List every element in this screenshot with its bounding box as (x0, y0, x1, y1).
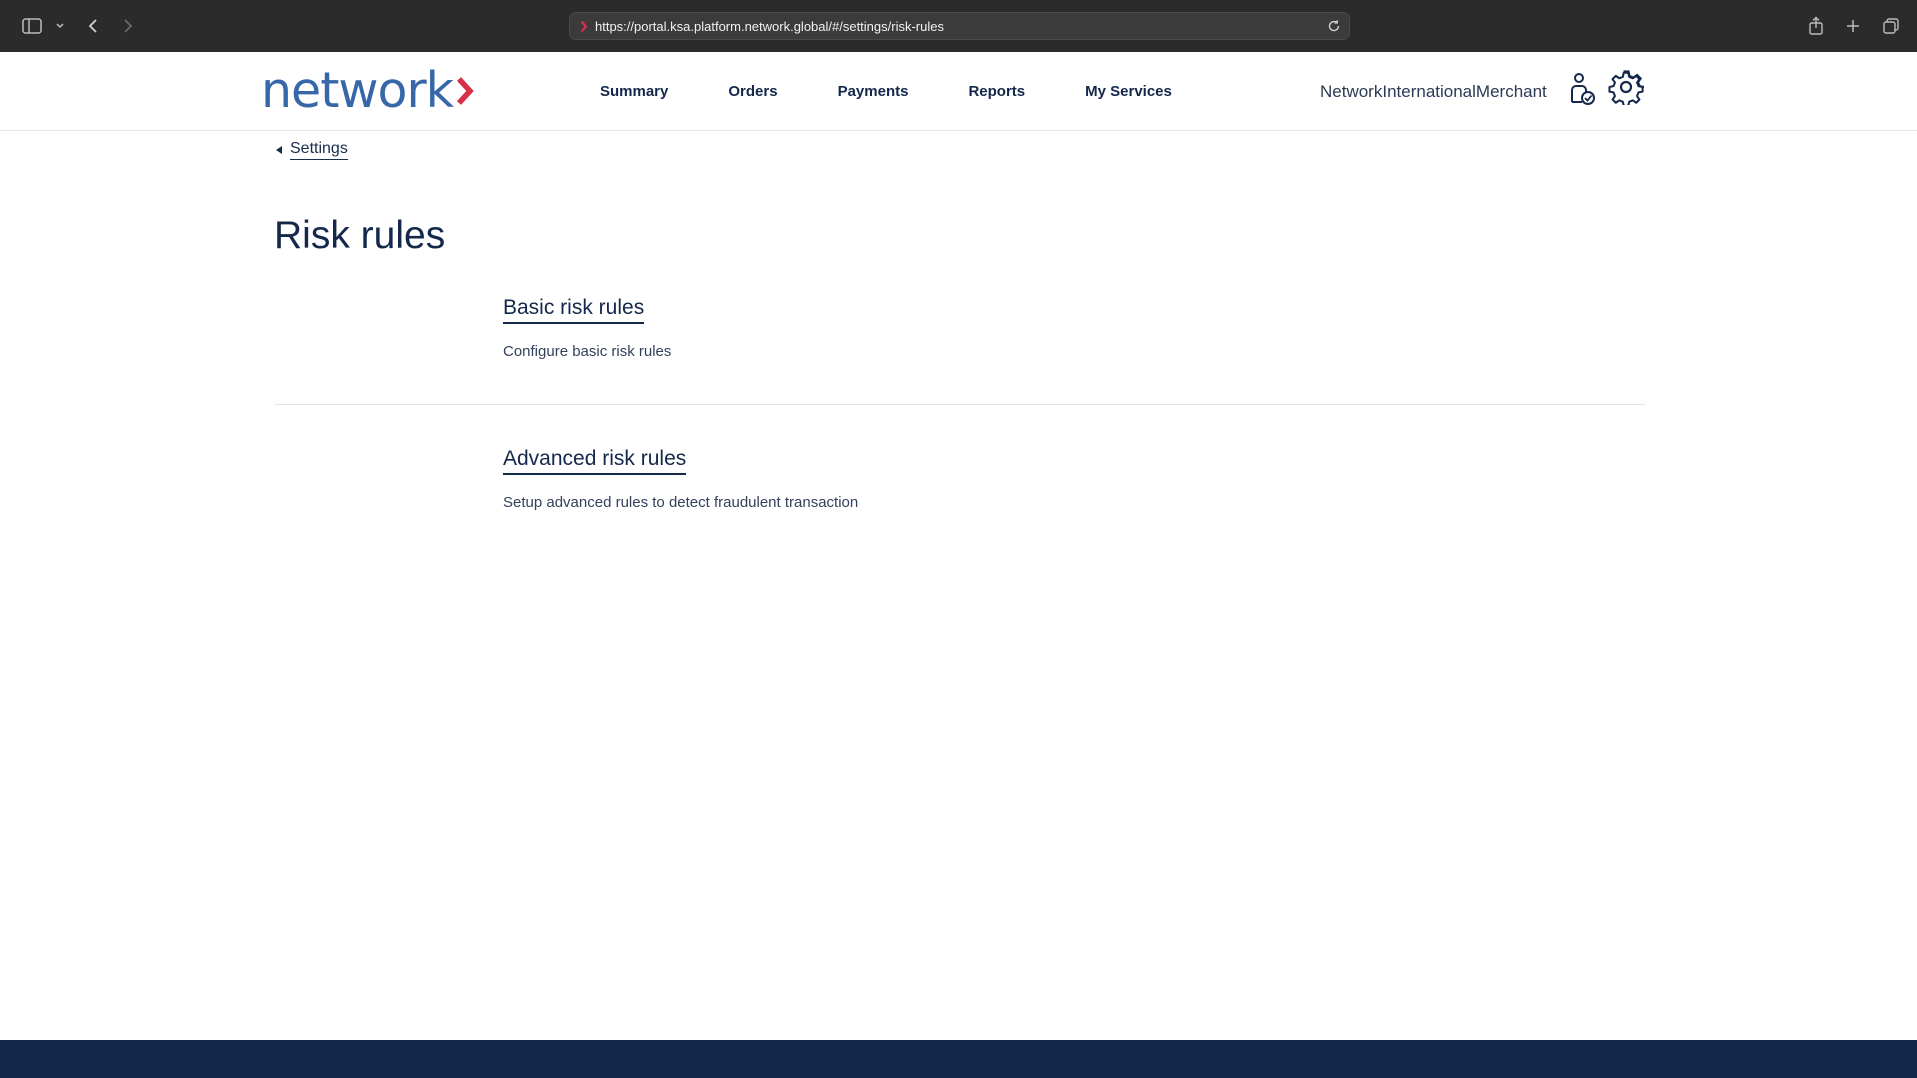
nav-orders[interactable]: Orders (728, 83, 777, 100)
browser-toolbar: https://portal.ksa.platform.network.glob… (0, 0, 1917, 52)
basic-risk-rules-section: Basic risk rules Configure basic risk ru… (503, 296, 671, 360)
share-icon[interactable] (1806, 13, 1826, 39)
nav-summary[interactable]: Summary (600, 83, 668, 100)
address-bar[interactable]: https://portal.ksa.platform.network.glob… (569, 12, 1350, 40)
merchant-switch-icon[interactable] (1568, 72, 1598, 113)
forward-arrow-icon[interactable] (119, 13, 137, 39)
back-arrow-icon[interactable] (84, 13, 102, 39)
chevron-down-icon[interactable] (53, 13, 67, 39)
page-title: Risk rules (274, 214, 446, 257)
section-divider (275, 404, 1645, 405)
plus-icon[interactable] (1843, 13, 1863, 39)
advanced-risk-rules-description: Setup advanced rules to detect fraudulen… (503, 494, 859, 511)
tabs-icon[interactable] (1881, 13, 1901, 39)
site-footer (0, 1040, 1917, 1078)
logo-chevron-icon (455, 75, 475, 112)
main-nav: Summary Orders Payments Reports My Servi… (600, 52, 1232, 131)
breadcrumb-settings-link[interactable]: Settings (290, 140, 348, 160)
basic-risk-rules-description: Configure basic risk rules (503, 343, 672, 360)
basic-risk-rules-link[interactable]: Basic risk rules (503, 296, 645, 324)
breadcrumb[interactable]: Settings (276, 140, 348, 160)
logo-text: network (261, 62, 454, 119)
nav-reports[interactable]: Reports (968, 83, 1025, 100)
caret-left-icon (276, 146, 282, 154)
merchant-name[interactable]: NetworkInternationalMerchant (1320, 82, 1547, 102)
nav-my-services[interactable]: My Services (1085, 83, 1172, 100)
address-url[interactable]: https://portal.ksa.platform.network.glob… (595, 13, 944, 40)
site-header: network Summary Orders Payments Reports … (0, 52, 1917, 131)
advanced-risk-rules-link[interactable]: Advanced risk rules (503, 447, 687, 475)
site-favicon-icon (580, 20, 588, 38)
network-logo[interactable]: network (261, 66, 475, 115)
nav-payments[interactable]: Payments (838, 83, 909, 100)
advanced-risk-rules-section: Advanced risk rules Setup advanced rules… (503, 447, 858, 511)
reload-icon[interactable] (1327, 19, 1341, 38)
sidebar-icon[interactable] (20, 13, 44, 39)
settings-gear-icon[interactable] (1608, 69, 1645, 110)
